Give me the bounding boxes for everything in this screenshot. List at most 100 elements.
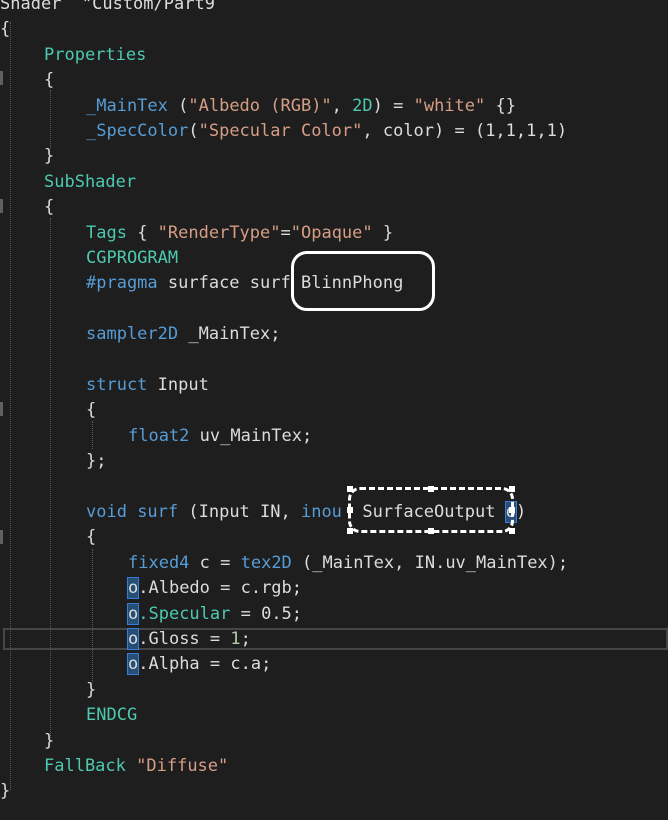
current-line-highlight [3,628,668,650]
code-line[interactable]: _MainTex ("Albedo (RGB)", 2D) = "white" … [86,94,516,119]
code-token: c = [189,552,241,573]
code-token: , color) = (1,1,1,1) [362,121,568,141]
code-line[interactable]: Tags { "RenderType"="Opaque" } [86,221,393,246]
output-variable-token: o [126,602,140,625]
output-variable-token: o [126,628,140,650]
code-token: ) [515,502,527,522]
code-token: _MainTex; [178,324,281,345]
code-token: fixed4 [128,552,190,573]
code-token: { [44,70,55,91]
code-token: inou [300,502,342,522]
code-token: surf [126,502,189,522]
code-line[interactable]: { [44,195,54,220]
code-token: surface surf [157,273,301,294]
code-token: 1 [230,629,241,649]
code-token: SubShader [44,171,137,192]
code-line[interactable]: _SpecColor("Specular Color", color) = (1… [86,119,567,144]
code-line[interactable]: } [86,678,96,703]
code-line[interactable]: } [44,729,54,754]
code-token: .Gloss = [138,629,231,649]
selection-handle[interactable] [347,486,353,492]
code-token: _MainTex [86,95,168,116]
code-token: } [0,781,11,802]
code-token: (_MainTex, IN.uv_MainTex); [291,552,569,573]
selection-handle[interactable] [347,507,353,513]
code-token: ( [167,95,189,116]
code-editor[interactable]: Shader "Custom/Part9 {Properties {_MainTex… [0,0,668,820]
code-line[interactable]: Properties [44,43,146,68]
code-line[interactable]: { [44,68,54,93]
code-token: _SpecColor [86,121,189,141]
code-line[interactable]: CGPROGRAM [86,246,178,271]
code-line[interactable]: SubShader [44,170,136,195]
code-line[interactable]: o.Alpha = c.a; [126,652,272,677]
code-token: ( [188,121,199,141]
code-token: { [126,222,158,243]
code-line[interactable]: Shader "Custom/Part9 [0,0,215,17]
code-token: void [86,502,127,522]
code-line[interactable]: o.Albedo = c.rgb; [126,576,303,601]
code-token: } [44,146,55,167]
highlight-blinnphong-annotation [291,251,435,311]
indent-guide [10,22,11,790]
indent-guide [92,421,93,449]
code-line[interactable]: }; [86,449,106,474]
code-token: (Input IN, [188,502,301,522]
fold-marker [0,199,3,213]
code-line[interactable]: ENDCG [86,703,137,728]
code-token: ; [240,629,251,649]
code-token: .Alpha = c.a; [138,654,272,675]
selection-handle[interactable] [509,528,515,534]
code-line[interactable]: } [0,779,10,804]
selection-handle[interactable] [347,528,353,534]
code-token: 2D [352,95,373,116]
code-token: uv_MainTex; [189,425,313,446]
code-line[interactable]: } [44,144,54,169]
code-line[interactable]: { [0,17,10,42]
code-line[interactable]: { [86,398,96,423]
code-token: CGPROGRAM [86,248,179,268]
code-token: Tags [86,222,127,243]
code-line[interactable]: struct Input [86,373,209,398]
code-token: } [86,679,97,700]
code-token: .Specular [138,603,231,624]
code-token: FallBack [44,756,126,776]
code-line[interactable]: fixed4 c = tex2D (_MainTex, IN.uv_MainTe… [128,551,568,576]
code-token: float2 [128,425,190,446]
code-line[interactable]: o.Gloss = 1; [126,627,251,652]
code-token: "Opaque" [290,222,373,243]
selection-handle[interactable] [509,507,515,513]
code-token: {} [485,95,516,116]
code-token: tex2D [240,552,292,573]
code-line[interactable]: o.Specular = 0.5; [126,602,303,627]
code-token: { [44,197,55,218]
selection-handle[interactable] [509,486,515,492]
indent-guide [92,549,93,683]
code-line[interactable]: float2 uv_MainTex; [128,424,312,449]
code-token: { [86,400,97,421]
code-token: = [280,222,291,243]
code-token: #pragma [86,273,158,294]
output-variable-token: o [126,577,140,600]
code-token: ENDCG [86,705,138,726]
code-token: .Albedo = c.rgb; [138,578,303,599]
code-token: "Diffuse" [136,756,229,776]
code-token: Input [147,375,209,395]
indent-guide [50,218,51,738]
selection-handle[interactable] [428,528,434,534]
code-token: "Specular Color" [198,121,363,141]
code-line[interactable]: { [86,525,96,550]
code-token: struct [86,375,148,395]
fold-marker [0,402,3,416]
code-line[interactable]: FallBack "Diffuse" [44,754,228,779]
code-token: Properties [44,44,147,65]
code-token: = 0.5; [230,603,303,624]
code-token: } [44,730,55,751]
code-token: "RenderType" [157,222,281,243]
fold-marker [0,530,3,544]
fold-marker [0,71,3,85]
selection-handle[interactable] [428,486,434,492]
code-line[interactable]: sampler2D _MainTex; [86,322,280,347]
code-token: ) = [372,95,414,116]
